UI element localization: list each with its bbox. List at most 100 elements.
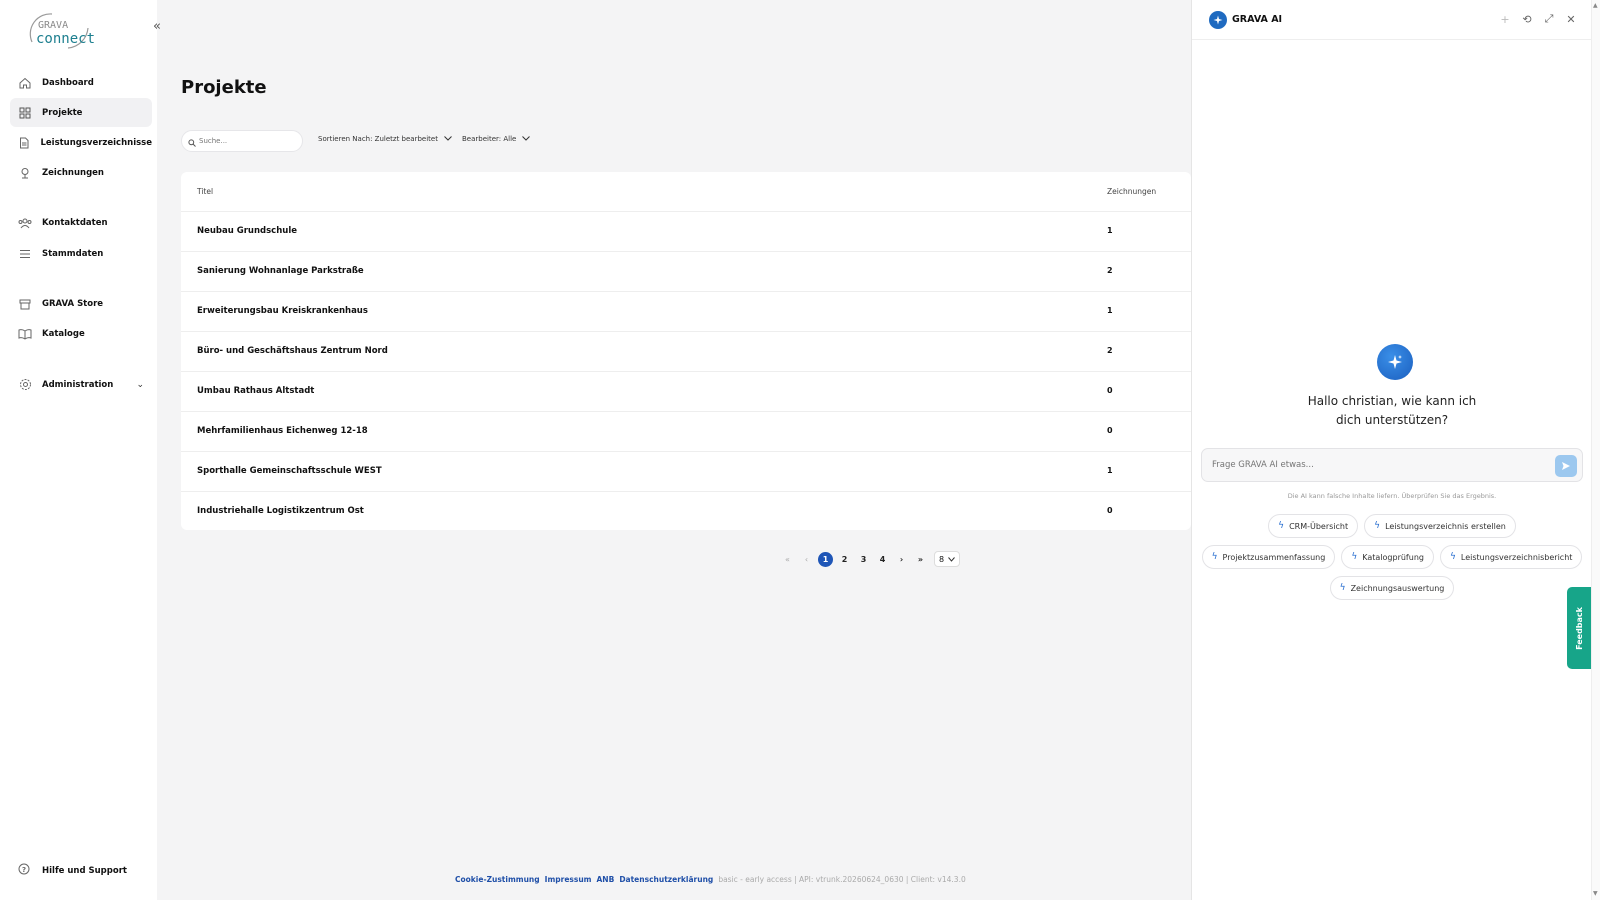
row-title: Büro- und Geschäftshaus Zentrum Nord [197, 346, 388, 356]
lightning-icon: ϟ [1374, 521, 1381, 531]
chevron-down-icon [444, 135, 452, 143]
ai-suggestions-row-1: ϟ CRM-Übersicht ϟ Leistungsverzeichnis ers… [1192, 514, 1592, 538]
sidebar-item-kataloge[interactable]: Kataloge [10, 319, 152, 348]
editor-filter-label: Bearbeiter: Alle [462, 135, 517, 143]
suggestion-chip[interactable]: ϟ Katalogprüfung [1341, 545, 1434, 569]
ai-sparkle-hero-icon [1377, 344, 1413, 380]
column-header-drawings[interactable]: Zeichnungen [1107, 187, 1156, 196]
ai-suggestions-row-3: ϟ Zeichnungsauswertung [1192, 576, 1592, 600]
suggestion-chip[interactable]: ϟ Leistungsverzeichnisbericht [1439, 545, 1583, 569]
sort-dropdown[interactable]: Sortieren Nach: Zuletzt bearbeitet [318, 135, 452, 143]
scrollbar[interactable]: ▲ ▼ [1591, 0, 1600, 900]
pagination: « ‹ 1 2 3 4 › » 8 [780, 549, 961, 569]
help-support-link[interactable]: ? Hilfe und Support [18, 863, 127, 878]
grava-connect-logo[interactable]: GRAVA connect [22, 8, 94, 52]
sidebar-item-dashboard[interactable]: Dashboard [10, 68, 152, 97]
sidebar-item-stammdaten[interactable]: Stammdaten [10, 239, 152, 268]
table-row[interactable]: Neubau Grundschule 1 [181, 212, 1191, 252]
row-title: Neubau Grundschule [197, 226, 297, 236]
scroll-up-icon[interactable]: ▲ [1593, 2, 1598, 9]
send-button[interactable] [1555, 455, 1577, 477]
new-chat-icon[interactable]: + [1499, 13, 1511, 26]
feedback-tab[interactable]: Feedback [1567, 587, 1591, 669]
table-row[interactable]: Mehrfamilienhaus Eichenweg 12-18 0 [181, 412, 1191, 452]
suggestion-chip[interactable]: ϟ Leistungsverzeichnis erstellen [1364, 514, 1516, 538]
row-title: Umbau Rathaus Altstadt [197, 386, 315, 396]
row-drawings-count: 1 [1107, 306, 1113, 315]
row-title: Mehrfamilienhaus Eichenweg 12-18 [197, 426, 368, 436]
projects-table: Titel Zeichnungen Neubau Grundschule 1 Sa… [181, 172, 1191, 530]
suggestion-chip[interactable]: ϟ CRM-Übersicht [1268, 514, 1359, 538]
collapse-sidebar-button[interactable]: « [148, 17, 166, 35]
sidebar-item-label: Administration [42, 379, 114, 390]
sidebar-item-label: Projekte [42, 107, 83, 118]
table-row[interactable]: Industriehalle Logistikzentrum Ost 0 [181, 492, 1191, 530]
row-drawings-count: 2 [1107, 346, 1113, 355]
table-row[interactable]: Sporthalle Gemeinschaftsschule WEST 1 [181, 452, 1191, 492]
svg-text:GRAVA: GRAVA [38, 20, 68, 31]
search-icon [188, 132, 196, 151]
suggestion-chip-label: Katalogprüfung [1362, 552, 1424, 562]
ai-panel-header: GRAVA AI + ⟲ ⤢ ✕ [1192, 0, 1591, 40]
search-input[interactable] [199, 137, 299, 145]
footer-link-cookies[interactable]: Cookie-Zustimmung [455, 875, 540, 884]
list-icon [10, 248, 40, 260]
page-4-button[interactable]: 4 [875, 552, 890, 567]
sidebar-item-zeichnungen[interactable]: Zeichnungen [10, 158, 152, 187]
footer-link-privacy[interactable]: Datenschutzerklärung [619, 875, 713, 884]
page-size-select[interactable]: 8 [934, 551, 961, 567]
version-info: basic - early access | API: vtrunk.20260… [718, 875, 966, 884]
lightning-icon: ϟ [1351, 552, 1358, 562]
footer-link-anb[interactable]: ANB [597, 875, 615, 884]
column-header-title[interactable]: Titel [197, 187, 213, 196]
history-icon[interactable]: ⟲ [1521, 13, 1533, 26]
next-page-button[interactable]: › [894, 552, 909, 567]
row-title: Erweiterungsbau Kreiskrankenhaus [197, 306, 368, 316]
ai-panel-title: GRAVA AI [1232, 14, 1283, 25]
prev-page-button[interactable]: ‹ [799, 552, 814, 567]
last-page-button[interactable]: » [913, 552, 928, 567]
sidebar-item-label: Stammdaten [42, 248, 104, 259]
table-row[interactable]: Umbau Rathaus Altstadt 0 [181, 372, 1191, 412]
sidebar-item-leistungsverzeichnisse[interactable]: Leistungsverzeichnisse [10, 128, 152, 157]
suggestion-chip[interactable]: ϟ Projektzusammenfassung [1201, 545, 1336, 569]
scroll-down-icon[interactable]: ▼ [1593, 890, 1598, 897]
sidebar-item-administration[interactable]: Administration ⌄ [10, 370, 152, 399]
grid-icon [10, 107, 40, 119]
page-3-button[interactable]: 3 [856, 552, 871, 567]
suggestion-chip[interactable]: ϟ Zeichnungsauswertung [1329, 576, 1455, 600]
page-2-button[interactable]: 2 [837, 552, 852, 567]
sidebar-item-projekte[interactable]: Projekte [10, 98, 152, 127]
suggestion-chip-label: CRM-Übersicht [1289, 521, 1349, 531]
table-row[interactable]: Erweiterungsbau Kreiskrankenhaus 1 [181, 292, 1191, 332]
send-icon [1562, 462, 1570, 470]
close-icon[interactable]: ✕ [1565, 13, 1577, 26]
expand-icon[interactable]: ⤢ [1543, 12, 1555, 26]
page-title: Projekte [181, 77, 267, 98]
sidebar-item-label: GRAVA Store [42, 298, 104, 309]
ai-greeting-line2: dich unterstützen? [1335, 413, 1449, 427]
help-support-label: Hilfe und Support [42, 865, 127, 876]
lightning-icon: ϟ [1211, 552, 1218, 562]
page-1-button[interactable]: 1 [818, 551, 833, 567]
ai-sparkle-icon [1209, 11, 1227, 29]
ai-panel-actions: + ⟲ ⤢ ✕ [1499, 12, 1577, 26]
table-row[interactable]: Sanierung Wohnanlage Parkstraße 2 [181, 252, 1191, 292]
sidebar-item-kontaktdaten[interactable]: Kontaktdaten [10, 208, 152, 237]
table-header: Titel Zeichnungen [181, 172, 1191, 212]
search-field[interactable] [181, 130, 303, 152]
sidebar-item-label: Dashboard [42, 77, 94, 88]
sidebar-item-grava-store[interactable]: GRAVA Store [10, 289, 152, 318]
ai-disclaimer: Die AI kann falsche Inhalte liefern. Übe… [1287, 492, 1497, 500]
store-icon [10, 298, 40, 310]
footer-link-impressum[interactable]: Impressum [545, 875, 592, 884]
first-page-button[interactable]: « [780, 552, 795, 567]
row-drawings-count: 2 [1107, 266, 1113, 275]
table-row[interactable]: Büro- und Geschäftshaus Zentrum Nord 2 [181, 332, 1191, 372]
sidebar-item-label: Zeichnungen [42, 167, 104, 178]
lightning-icon: ϟ [1339, 583, 1346, 593]
editor-filter-dropdown[interactable]: Bearbeiter: Alle [462, 135, 531, 143]
ai-prompt-field[interactable] [1201, 448, 1583, 482]
ai-prompt-input[interactable] [1212, 460, 1542, 470]
sidebar-item-label: Kontaktdaten [42, 217, 108, 228]
